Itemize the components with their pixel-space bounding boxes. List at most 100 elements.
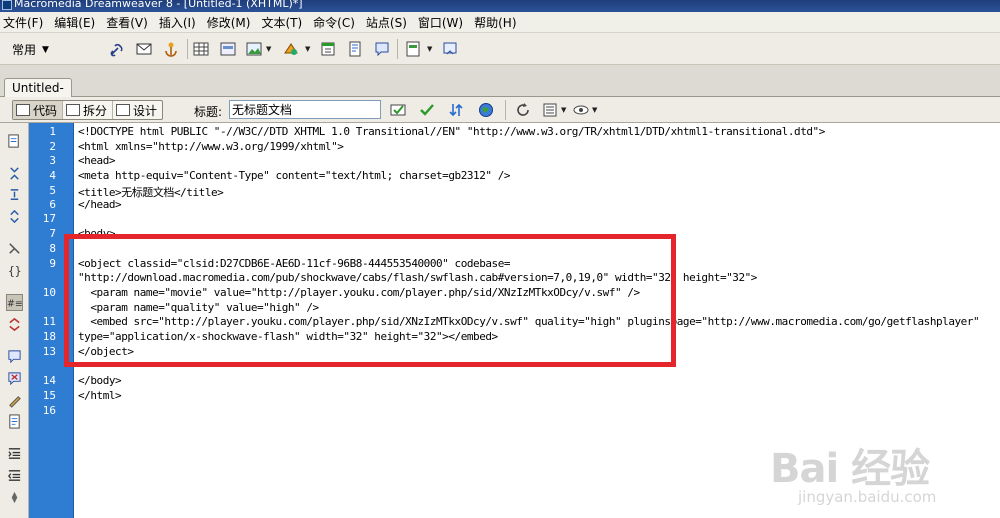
menu-text[interactable]: 文本(T) <box>259 14 302 31</box>
svg-text:{}: {} <box>8 265 22 278</box>
menu-insert[interactable]: 插入(I) <box>157 14 196 31</box>
line-number: 14 <box>42 374 56 387</box>
media-icon[interactable] <box>282 40 300 58</box>
design-view-button[interactable]: 设计 <box>113 101 162 119</box>
code-line: <param name="quality" value="high" /> <box>78 301 319 314</box>
chevron-down-icon[interactable]: ▼ <box>266 45 271 53</box>
menu-help[interactable]: 帮助(H) <box>472 14 516 31</box>
menu-commands[interactable]: 命令(C) <box>311 14 355 31</box>
chevron-down-icon[interactable]: ▼ <box>427 45 432 53</box>
remove-comment-icon[interactable] <box>6 370 23 387</box>
chevron-down-icon[interactable]: ▼ <box>561 106 566 114</box>
code-line: <embed src="http://player.youku.com/play… <box>78 315 980 328</box>
split-view-label: 拆分 <box>83 103 108 118</box>
design-view-icon <box>116 104 131 116</box>
insert-category-label: 常用 <box>12 43 37 57</box>
document-tab-strip: Untitled-1* <box>0 65 1000 109</box>
code-line: </object> <box>78 345 134 358</box>
toolbar-separator <box>505 100 506 120</box>
line-number: 18 <box>42 330 56 343</box>
wrap-tag-icon[interactable] <box>6 392 23 409</box>
dreamweaver-app-icon <box>2 0 12 10</box>
apply-comment-icon[interactable] <box>6 348 23 365</box>
images-icon[interactable] <box>245 40 263 58</box>
date-icon[interactable] <box>319 40 337 58</box>
format-source-code-icon[interactable] <box>6 489 23 506</box>
split-view-button[interactable]: 拆分 <box>63 101 114 119</box>
file-management-icon[interactable] <box>447 101 465 119</box>
validate-icon[interactable] <box>418 101 436 119</box>
watermark-url: jingyan.baidu.com <box>798 488 937 506</box>
view-switcher: 代码 拆分 设计 <box>12 100 164 120</box>
view-options-icon[interactable] <box>541 101 559 119</box>
coding-toolbar: {} #≡ <box>0 123 29 518</box>
title-bar: Macromedia Dreamweaver 8 - [Untitled-1 (… <box>0 0 1000 12</box>
expand-all-icon[interactable] <box>6 208 23 225</box>
preview-globe-icon[interactable] <box>477 101 495 119</box>
page-title-input[interactable] <box>229 100 381 119</box>
tab-untitled-1[interactable]: Untitled-1* <box>4 78 72 109</box>
div-icon[interactable] <box>219 40 237 58</box>
check-browser-icon[interactable] <box>389 101 407 119</box>
indent-code-icon[interactable] <box>6 445 23 462</box>
line-number: 1 <box>49 125 56 138</box>
page-title-label: 标题: <box>194 105 223 119</box>
menu-edit[interactable]: 编辑(E) <box>52 14 95 31</box>
code-view-button[interactable]: 代码 <box>13 101 64 119</box>
balance-braces-icon[interactable]: {} <box>6 262 23 279</box>
chevron-down-icon: ▼ <box>42 44 49 55</box>
select-parent-tag-icon[interactable] <box>6 240 23 257</box>
code-line: </head> <box>78 198 122 211</box>
line-number: 11 <box>42 315 56 328</box>
code-line: <object classid="clsid:D27CDB6E-AE6D-11c… <box>78 257 511 270</box>
code-line: </html> <box>78 389 122 402</box>
design-view-label: 设计 <box>133 103 158 118</box>
split-view-icon <box>66 104 81 116</box>
code-line: <!DOCTYPE html PUBLIC "-//W3C//DTD XHTML… <box>78 125 825 138</box>
comment-icon[interactable] <box>373 40 391 58</box>
templates-icon[interactable] <box>404 40 422 58</box>
server-side-include-icon[interactable] <box>346 40 364 58</box>
line-number: 7 <box>49 227 56 240</box>
code-line: <body> <box>78 227 116 240</box>
svg-text:#≡: #≡ <box>7 298 22 309</box>
toolbar-separator <box>187 39 188 59</box>
refresh-icon[interactable] <box>514 101 532 119</box>
menu-modify[interactable]: 修改(M) <box>205 14 251 31</box>
collapse-full-tag-icon[interactable] <box>6 165 23 182</box>
collapse-selection-icon[interactable] <box>6 186 23 203</box>
table-icon[interactable] <box>192 40 210 58</box>
outdent-code-icon[interactable] <box>6 467 23 484</box>
menu-file[interactable]: 文件(F) <box>1 14 43 31</box>
line-number: 6 <box>49 198 56 211</box>
code-line: <meta http-equiv="Content-Type" content=… <box>78 169 511 182</box>
menu-view[interactable]: 查看(V) <box>104 14 148 31</box>
code-line: <html xmlns="http://www.w3.org/1999/xhtm… <box>78 140 344 153</box>
line-number: 15 <box>42 389 56 402</box>
document-toolbar: 代码 拆分 设计 标题: ▼ ▼ <box>0 97 1000 123</box>
line-number: 3 <box>49 154 56 167</box>
toolbar-separator <box>397 39 398 59</box>
insert-category-select[interactable]: 常用 ▼ <box>12 41 49 58</box>
code-line: type="application/x-shockwave-flash" wid… <box>78 330 498 343</box>
highlight-invalid-code-icon[interactable] <box>6 316 23 333</box>
hyperlink-icon[interactable] <box>108 40 126 58</box>
recent-snippets-icon[interactable] <box>6 413 23 430</box>
menu-site[interactable]: 站点(S) <box>364 14 407 31</box>
code-view-label: 代码 <box>33 103 58 118</box>
email-link-icon[interactable] <box>135 40 153 58</box>
open-documents-icon[interactable] <box>6 133 23 150</box>
line-number: 13 <box>42 345 56 358</box>
chevron-down-icon[interactable]: ▼ <box>305 45 310 53</box>
code-line: </body> <box>78 374 122 387</box>
tag-chooser-icon[interactable] <box>441 40 459 58</box>
line-number: 9 <box>49 257 56 270</box>
chevron-down-icon[interactable]: ▼ <box>592 106 597 114</box>
visual-aids-icon[interactable] <box>572 101 590 119</box>
watermark-logo: Bai 经验 <box>770 446 930 492</box>
line-numbers-icon[interactable]: #≡ <box>6 294 23 311</box>
menu-window[interactable]: 窗口(W) <box>416 14 463 31</box>
named-anchor-icon[interactable] <box>162 40 180 58</box>
line-number-gutter: 1 2 3 4 5 6 7 8 9 10 11 13 14 15 16 17 1… <box>29 123 74 518</box>
code-line: "http://download.macromedia.com/pub/shoc… <box>78 271 757 284</box>
